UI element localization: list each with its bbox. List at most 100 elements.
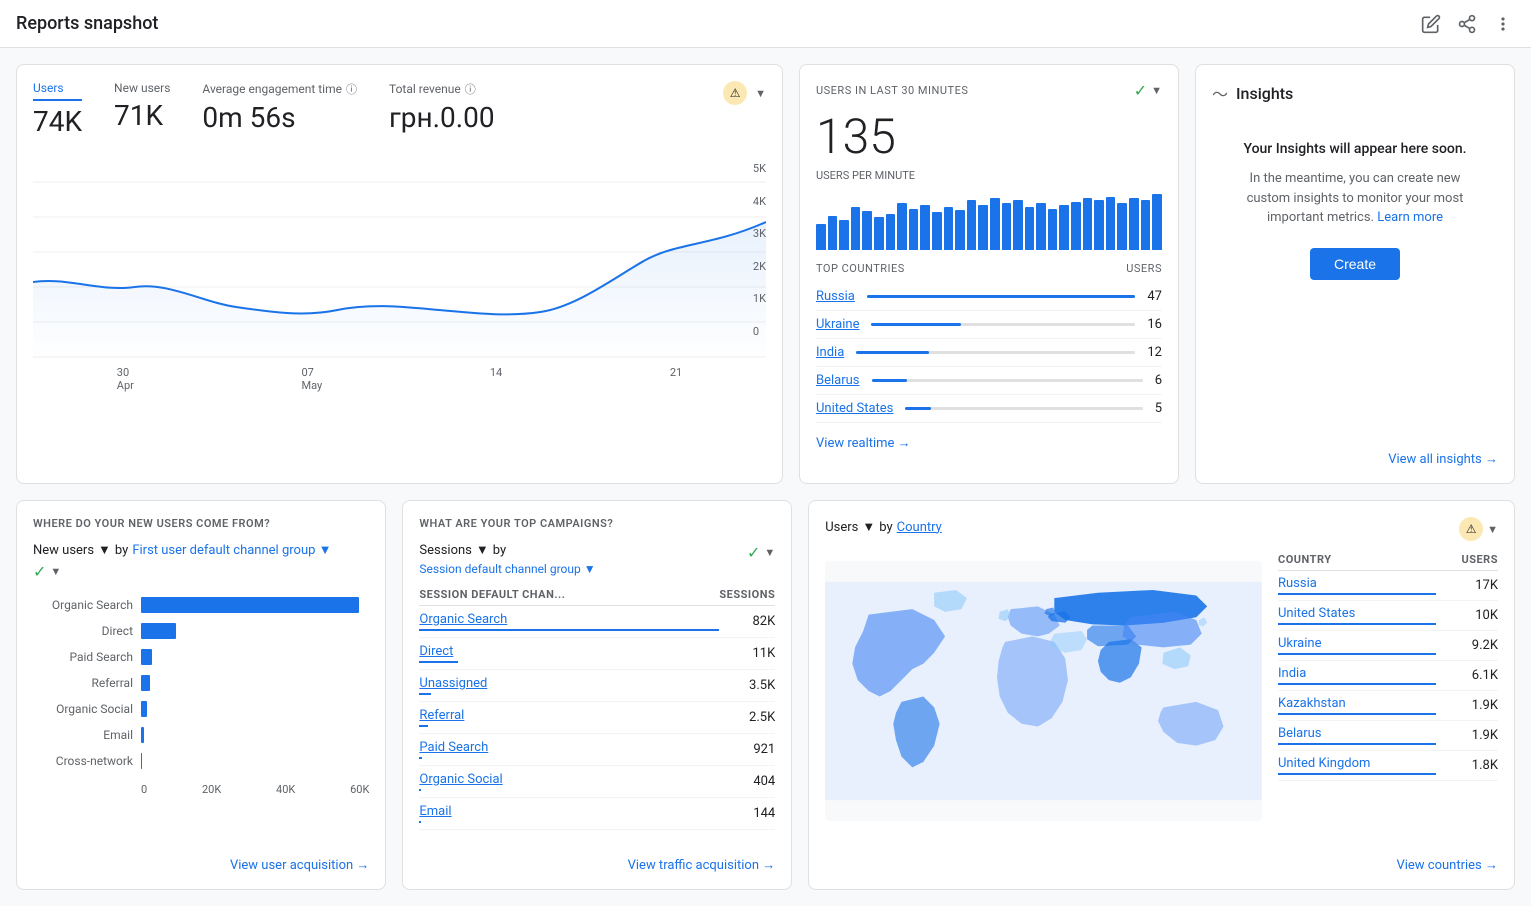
channel-selector[interactable]: First user default channel group ▼ <box>132 542 331 558</box>
realtime-bar <box>1059 205 1069 250</box>
view-countries-link[interactable]: View countries → <box>1396 857 1498 873</box>
country-value: 12 <box>1147 345 1162 360</box>
realtime-bar <box>944 207 954 250</box>
view-user-acquisition-link[interactable]: View user acquisition → <box>230 857 369 873</box>
map-dropdown[interactable]: ▼ <box>1487 523 1498 536</box>
session-value-cell: 2.5K <box>719 702 775 734</box>
map-country-name[interactable]: United States <box>1278 606 1436 625</box>
realtime-bar <box>978 205 988 250</box>
session-name[interactable]: Direct <box>419 644 719 663</box>
page-header: Reports snapshot <box>0 0 1531 48</box>
insights-description: In the meantime, you can create new cust… <box>1228 169 1482 228</box>
session-bar <box>419 789 421 791</box>
camp-status-icon: ✓ <box>747 543 760 562</box>
realtime-dropdown[interactable]: ▼ <box>1151 84 1162 97</box>
map-country-name[interactable]: India <box>1278 666 1436 685</box>
session-row: Email 144 <box>419 798 775 830</box>
country-bar <box>872 379 907 382</box>
users-value: 74K <box>33 105 82 138</box>
map-layout: COUNTRY USERS Russia 17K United States 1… <box>825 549 1498 833</box>
map-country-name-cell: India <box>1278 661 1436 691</box>
session-name[interactable]: Email <box>419 804 719 823</box>
camp-dropdown[interactable]: ▼ <box>764 546 775 559</box>
country-table-header: COUNTRY USERS <box>1278 549 1498 571</box>
country-name[interactable]: India <box>816 345 844 360</box>
session-name[interactable]: Paid Search <box>419 740 719 759</box>
edit-icon[interactable] <box>1419 12 1443 36</box>
new-users-chart-label: New users <box>33 543 94 558</box>
country-name[interactable]: Russia <box>816 289 855 304</box>
map-country-name[interactable]: Kazakhstan <box>1278 696 1436 715</box>
map-countries-table-body: Russia 17K United States 10K Ukraine 9.2… <box>1278 571 1498 781</box>
users-metric: Users 74K <box>33 81 82 138</box>
warning-icon: ⚠ <box>723 81 747 105</box>
channel-bar-track <box>141 727 369 743</box>
session-channel-selector[interactable]: Session default channel group ▼ <box>419 562 775 576</box>
country-name[interactable]: Ukraine <box>816 317 859 332</box>
avg-engagement-metric: Average engagement time ⓘ 0m 56s <box>202 81 357 134</box>
insights-header: 〜 Insights <box>1212 81 1498 105</box>
channel-bar-fill <box>141 597 359 613</box>
realtime-label: USERS IN LAST 30 MINUTES <box>816 84 968 97</box>
y-label-5k: 5K <box>753 162 766 175</box>
session-value-cell: 144 <box>719 798 775 830</box>
session-name[interactable]: Organic Search <box>419 612 719 631</box>
realtime-bar <box>920 205 930 250</box>
view-all-insights-link[interactable]: View all insights → <box>1388 451 1498 467</box>
users-col-header: USERS <box>1436 549 1498 571</box>
realtime-status: ✓ ▼ <box>1134 81 1162 100</box>
map-country-name[interactable]: Russia <box>1278 576 1436 595</box>
total-revenue-info-icon[interactable]: ⓘ <box>465 81 476 97</box>
share-icon[interactable] <box>1455 12 1479 36</box>
world-map <box>825 561 1262 821</box>
insights-chart-icon: 〜 <box>1212 81 1228 105</box>
country-name[interactable]: United States <box>816 401 893 416</box>
country-underline <box>1278 713 1436 715</box>
session-name[interactable]: Organic Social <box>419 772 719 791</box>
country-bar-container <box>905 407 1142 410</box>
view-traffic-acquisition-link[interactable]: View traffic acquisition → <box>628 857 776 873</box>
country-row: India 12 <box>816 339 1162 367</box>
channel-bar-track <box>141 701 369 717</box>
acq-dropdown[interactable]: ▼ <box>50 565 61 578</box>
acquisition-section-title: WHERE DO YOUR NEW USERS COME FROM? <box>33 517 369 530</box>
session-name-cell: Organic Social <box>419 766 719 798</box>
create-button[interactable]: Create <box>1310 248 1400 280</box>
map-country-row: United Kingdom 1.8K <box>1278 751 1498 781</box>
country-name[interactable]: Belarus <box>816 373 860 388</box>
check-icon: ✓ <box>1134 81 1147 100</box>
x-axis-label: 40K <box>276 783 295 796</box>
session-name-cell: Paid Search <box>419 734 719 766</box>
map-country-name-cell: Belarus <box>1278 721 1436 751</box>
map-country-name[interactable]: Ukraine <box>1278 636 1436 655</box>
realtime-bar <box>967 200 977 250</box>
session-name-cell: Unassigned <box>419 670 719 702</box>
realtime-bar <box>1048 209 1058 250</box>
sessions-header: SESSIONS <box>719 584 775 606</box>
learn-more-link[interactable]: Learn more <box>1377 210 1443 225</box>
realtime-bar <box>886 214 896 250</box>
session-name[interactable]: Referral <box>419 708 719 727</box>
realtime-bar <box>1129 198 1139 250</box>
session-name-cell: Email <box>419 798 719 830</box>
more-options-icon[interactable] <box>1491 12 1515 36</box>
channel-bar-fill <box>141 727 144 743</box>
session-name-cell: Direct <box>419 638 719 670</box>
horizontal-bar-chart: Organic Search Direct Paid Search Referr… <box>33 597 369 779</box>
total-revenue-value: грн.0.00 <box>389 101 495 134</box>
session-value-cell: 921 <box>719 734 775 766</box>
map-country-name[interactable]: Belarus <box>1278 726 1436 745</box>
map-country-name[interactable]: United Kingdom <box>1278 756 1436 775</box>
map-selector[interactable]: Country <box>897 520 942 535</box>
session-row: Organic Social 404 <box>419 766 775 798</box>
users-header-label: USERS <box>1126 262 1162 275</box>
avg-engagement-info-icon[interactable]: ⓘ <box>346 81 357 97</box>
session-name[interactable]: Unassigned <box>419 676 719 695</box>
view-realtime-link[interactable]: View realtime → <box>816 435 1162 451</box>
realtime-bar <box>839 220 849 250</box>
country-value: 5 <box>1155 401 1162 416</box>
chan-header: SESSION DEFAULT CHAN... <box>419 584 719 606</box>
dropdown-button[interactable]: ▼ <box>755 87 766 100</box>
channel-label: Direct <box>33 624 133 638</box>
realtime-header: USERS IN LAST 30 MINUTES ✓ ▼ <box>816 81 1162 100</box>
